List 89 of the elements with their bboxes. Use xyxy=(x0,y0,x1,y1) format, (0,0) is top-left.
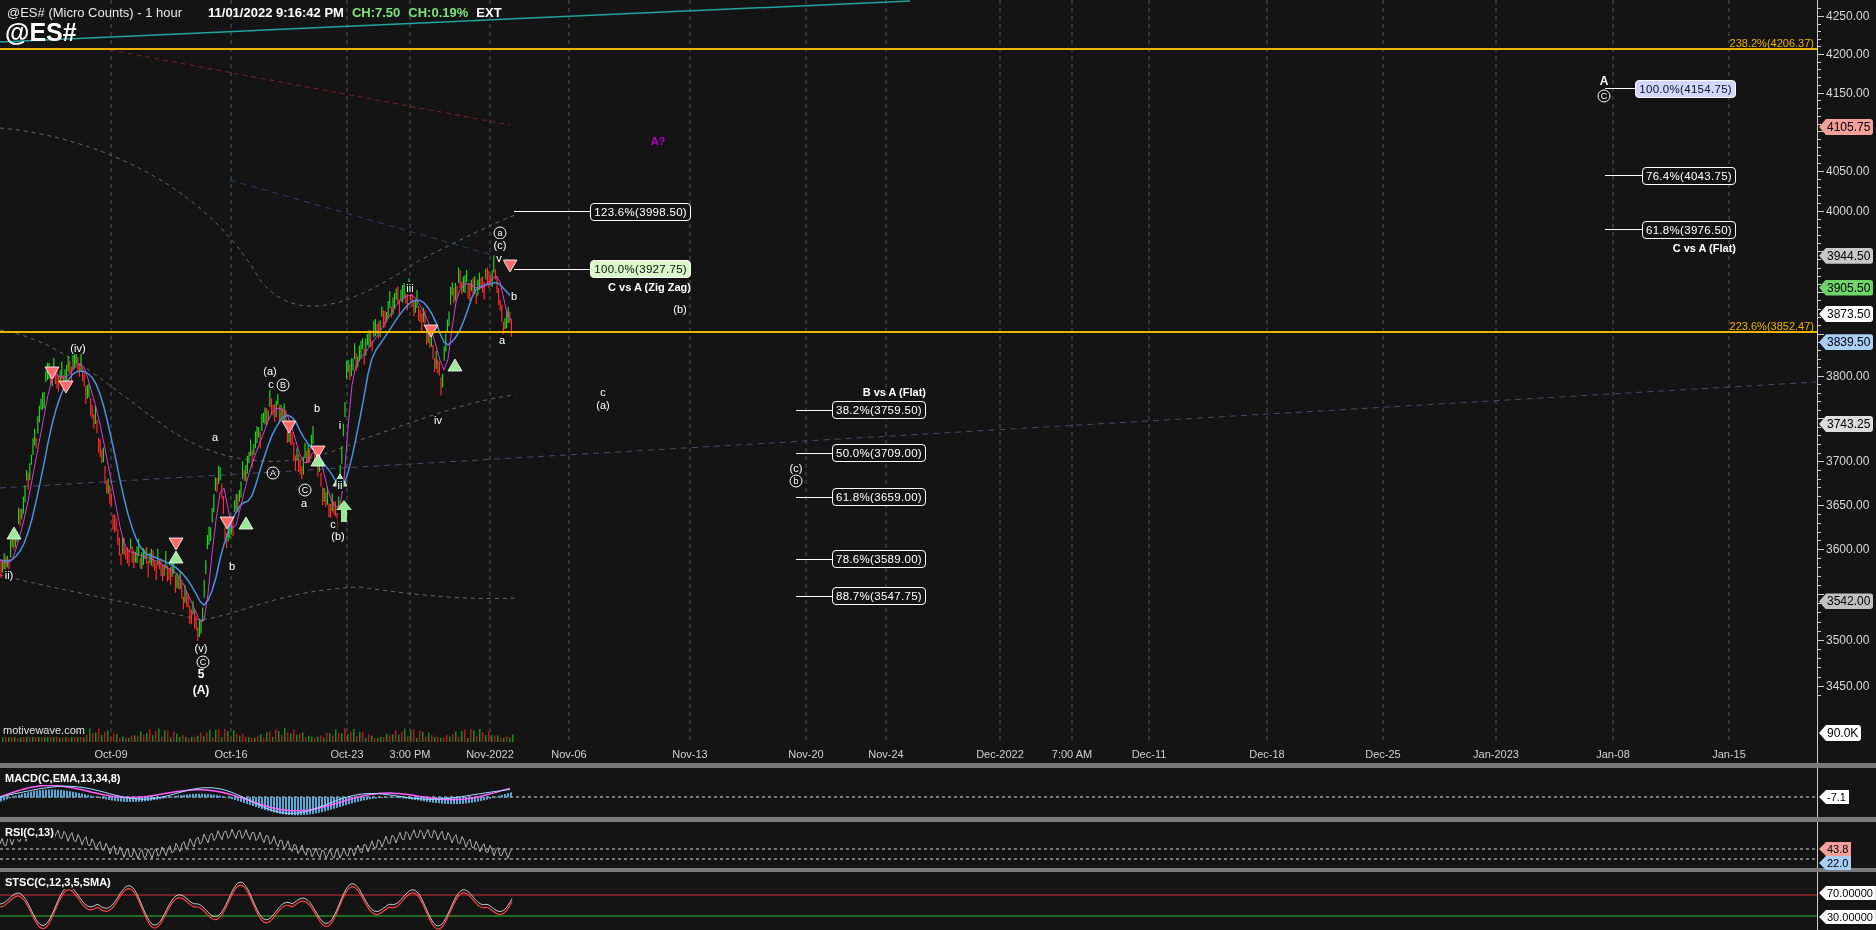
price-axis-label: 3450.00 xyxy=(1826,678,1870,696)
wave-label: (iv) xyxy=(69,342,87,354)
time-axis-label: Oct-16 xyxy=(214,747,248,762)
fibonacci-level-label: 38.2%(3759.50) xyxy=(831,401,926,419)
wave-label: (b) xyxy=(330,530,346,542)
time-axis-label: Jan-08 xyxy=(1596,747,1630,762)
price-axis-label: 4250.00 xyxy=(1826,8,1870,25)
wave-label: v xyxy=(495,252,503,264)
price-axis-label: 3800.00 xyxy=(1826,367,1870,385)
wave-label: b xyxy=(509,290,519,302)
wave-label: b xyxy=(227,560,237,572)
wave-label: (A) xyxy=(192,682,210,699)
wave-label: A xyxy=(1599,73,1609,90)
wave-label: (c) xyxy=(492,239,508,251)
fibonacci-group-title: C vs A (Zig Zag) xyxy=(608,280,691,296)
price-tag: 3905.50 xyxy=(1819,279,1874,296)
wave-label: (v) xyxy=(193,642,209,654)
date-time: 11/01/2022 9:16:42 PM xyxy=(208,4,344,22)
fibonacci-level-label: 100.0%(4154.75) xyxy=(1635,79,1736,98)
price-axis-label: 3700.00 xyxy=(1826,453,1870,471)
price-tag: 3743.25 xyxy=(1819,415,1874,432)
wave-label: iii xyxy=(405,282,415,294)
time-axis-label: Jan-15 xyxy=(1712,747,1746,762)
source-label: motivewave.com xyxy=(3,724,85,737)
time-axis-label: Dec-2022 xyxy=(976,747,1024,762)
time-axis-label: Jan-2023 xyxy=(1473,747,1519,762)
price-tag: 3542.00 xyxy=(1819,593,1874,610)
price-axis-label: 3600.00 xyxy=(1826,541,1870,559)
indicator-title: MACD(C,EMA,13,34,8) xyxy=(4,772,122,785)
change-value: CH:7.50 xyxy=(351,4,401,22)
price-axis-label: 4000.00 xyxy=(1826,202,1870,220)
price-axis-label: 4050.00 xyxy=(1826,162,1870,180)
price-tag: 4105.75 xyxy=(1819,118,1874,135)
fibonacci-level-label: 61.8%(3659.00) xyxy=(831,488,926,507)
wave-label: (c) xyxy=(788,462,804,474)
wave-label: c xyxy=(329,518,337,530)
price-tag: 3839.50 xyxy=(1819,334,1874,351)
time-axis-label: Oct-23 xyxy=(330,747,364,762)
fibonacci-level-label: 123.6%(3998.50) xyxy=(590,203,691,221)
wave-label: i xyxy=(337,419,343,431)
price-axis-label: 4150.00 xyxy=(1826,84,1870,102)
wave-label: A? xyxy=(650,133,666,149)
indicator-value-tag: 70.00000 xyxy=(1819,886,1876,900)
price-tag: 90.0K xyxy=(1819,725,1862,741)
time-axis-label: Nov-2022 xyxy=(466,747,514,762)
fibonacci-level-label: 78.6%(3589.00) xyxy=(831,550,926,569)
indicator-value-tag: 43.8 xyxy=(1819,842,1852,856)
fibonacci-group-title: C vs A (Flat) xyxy=(1672,240,1736,256)
wave-label: (a) xyxy=(262,365,278,377)
wave-label: a xyxy=(497,334,507,346)
wave-label: (a) xyxy=(595,399,611,411)
time-axis-label: Nov-06 xyxy=(551,747,587,762)
fibonacci-level-label: 100.0%(3927.75) xyxy=(590,260,691,279)
time-axis-label: Nov-13 xyxy=(672,747,708,762)
indicator-title: RSI(C,13) xyxy=(4,826,55,839)
wave-label: ii xyxy=(336,479,344,491)
chart-title: @ES# (Micro Counts) - 1 hour xyxy=(7,4,183,22)
indicator-title: STSC(C,12,3,5,SMA) xyxy=(4,876,112,889)
time-axis-label: Nov-20 xyxy=(788,747,824,762)
fibonacci-label: 238.2%(4206.37) xyxy=(1729,36,1814,52)
time-axis-label: Dec-25 xyxy=(1365,747,1401,762)
price-axis-label: 3650.00 xyxy=(1826,497,1870,514)
change-percent: CH:0.19% xyxy=(408,4,469,22)
wave-label: ii) xyxy=(3,569,15,581)
time-axis-label: 7:00 AM xyxy=(1051,747,1093,762)
indicator-value-tag: -7.1 xyxy=(1819,790,1849,804)
wave-label: b xyxy=(312,402,322,414)
fibonacci-level-label: 61.8%(3976.50) xyxy=(1641,220,1736,239)
indicator-value-tag: 22.0 xyxy=(1819,856,1852,870)
fibonacci-level-label: 76.4%(4043.75) xyxy=(1641,166,1736,185)
fibonacci-level-label: 88.7%(3547.75) xyxy=(831,587,926,606)
wave-label: iv xyxy=(433,414,443,426)
session-label: EXT xyxy=(476,4,502,22)
fibonacci-group-title: B vs A (Flat) xyxy=(862,385,926,400)
price-tag: 3873.50 xyxy=(1819,306,1874,323)
price-tag: 3944.50 xyxy=(1819,247,1874,264)
fibonacci-label: 223.6%(3852.47) xyxy=(1729,318,1814,334)
symbol-label: @ES# xyxy=(5,20,77,45)
time-axis-label: Dec-18 xyxy=(1249,747,1285,762)
time-axis-label: Nov-24 xyxy=(868,747,904,762)
price-axis-label: 4200.00 xyxy=(1826,46,1870,63)
wave-label: 5 xyxy=(197,666,205,683)
time-axis-label: 3:00 PM xyxy=(389,747,431,762)
time-axis-label: Dec-11 xyxy=(1131,747,1167,762)
price-axis-label: 3500.00 xyxy=(1826,631,1870,649)
fibonacci-level-label: 50.0%(3709.00) xyxy=(831,444,926,463)
wave-label: (b) xyxy=(672,303,688,315)
time-axis-label: Oct-09 xyxy=(94,747,128,762)
indicator-value-tag: 30.00000 xyxy=(1819,910,1876,924)
